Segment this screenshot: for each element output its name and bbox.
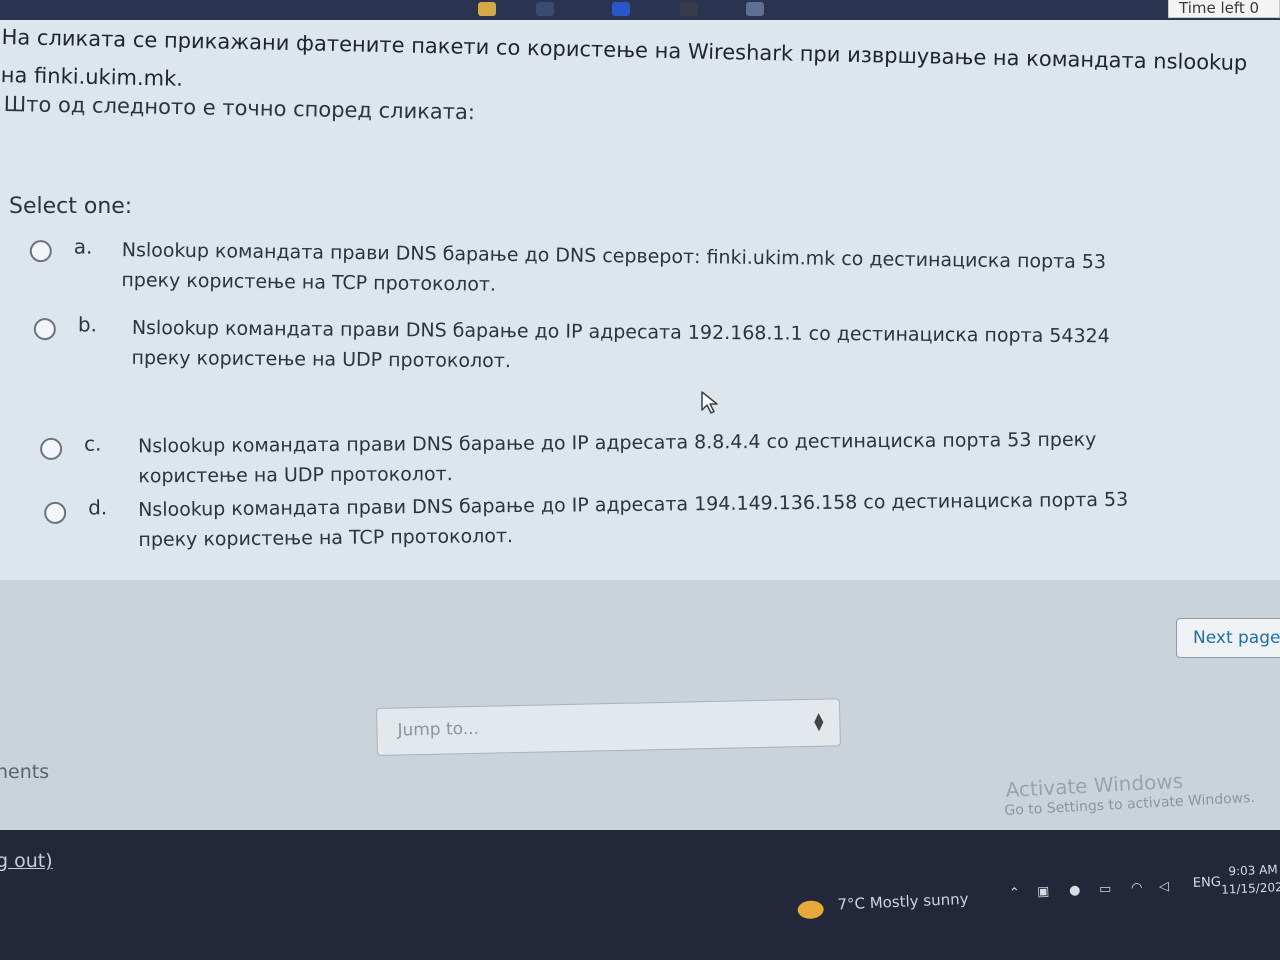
weather-text[interactable]: 7°C Mostly sunny: [837, 890, 969, 914]
weather-sun-icon[interactable]: [797, 900, 825, 920]
option-text: Nslookup командата прави DNS барање до I…: [138, 488, 1129, 552]
next-page-button[interactable]: Next page: [1176, 618, 1280, 658]
volume-icon[interactable]: ◁: [1159, 879, 1170, 894]
app-icon[interactable]: [746, 2, 764, 16]
jump-to-select[interactable]: Jump to... ▲ ▼: [376, 698, 841, 756]
jump-to-placeholder: Jump to...: [397, 718, 480, 741]
clock-date[interactable]: 11/15/202: [1221, 880, 1280, 897]
language-indicator[interactable]: ENG: [1193, 875, 1222, 891]
battery-icon[interactable]: ▭: [1099, 882, 1112, 898]
clock-time[interactable]: 9:03 AM: [1228, 862, 1278, 878]
select-one-label: Select one:: [9, 194, 133, 219]
app-icon[interactable]: [536, 2, 554, 16]
wifi-icon[interactable]: ◠: [1131, 880, 1143, 895]
app-icon[interactable]: [478, 2, 496, 16]
option-d[interactable]: d. Nslookup командата прави DNS барање д…: [44, 484, 1185, 556]
select-arrows-icon: ▲ ▼: [813, 709, 824, 733]
log-out-link[interactable]: g out): [0, 850, 53, 872]
option-letter: c.: [83, 431, 102, 456]
option-text: Nslookup командата прави DNS барање до I…: [138, 428, 1097, 488]
meet-now-icon[interactable]: ▣: [1037, 884, 1050, 900]
radio-b[interactable]: [33, 317, 56, 341]
option-letter: b.: [77, 312, 98, 337]
comments-link[interactable]: nents: [0, 761, 49, 783]
microphone-icon[interactable]: ●: [1069, 883, 1081, 898]
app-icon[interactable]: [612, 2, 630, 16]
option-a[interactable]: a. Nslookup командата прави DNS барање д…: [29, 234, 1170, 308]
quiz-panel: Time left 0 На сликата се прикажани фате…: [0, 0, 1280, 580]
option-text: Nslookup командата прави DNS барање до I…: [131, 316, 1110, 373]
top-taskbar-strip: [0, 0, 1280, 20]
option-text: Nslookup командата прави DNS барање до D…: [121, 239, 1107, 296]
radio-d[interactable]: [44, 501, 67, 524]
radio-a[interactable]: [29, 239, 52, 263]
option-letter: a.: [73, 234, 93, 259]
radio-c[interactable]: [40, 437, 63, 460]
chevron-up-icon[interactable]: ⌃: [1009, 886, 1021, 901]
app-icon[interactable]: [680, 2, 698, 16]
time-left-badge: Time left 0: [1168, 0, 1280, 18]
screen: Time left 0 На сликата се прикажани фате…: [0, 0, 1280, 960]
option-letter: d.: [87, 495, 108, 520]
option-b[interactable]: b. Nslookup командата прави DNS барање д…: [33, 312, 1173, 382]
mouse-pointer-icon: [701, 391, 718, 414]
option-c[interactable]: c. Nslookup командата прави DNS барање д…: [40, 424, 1180, 492]
